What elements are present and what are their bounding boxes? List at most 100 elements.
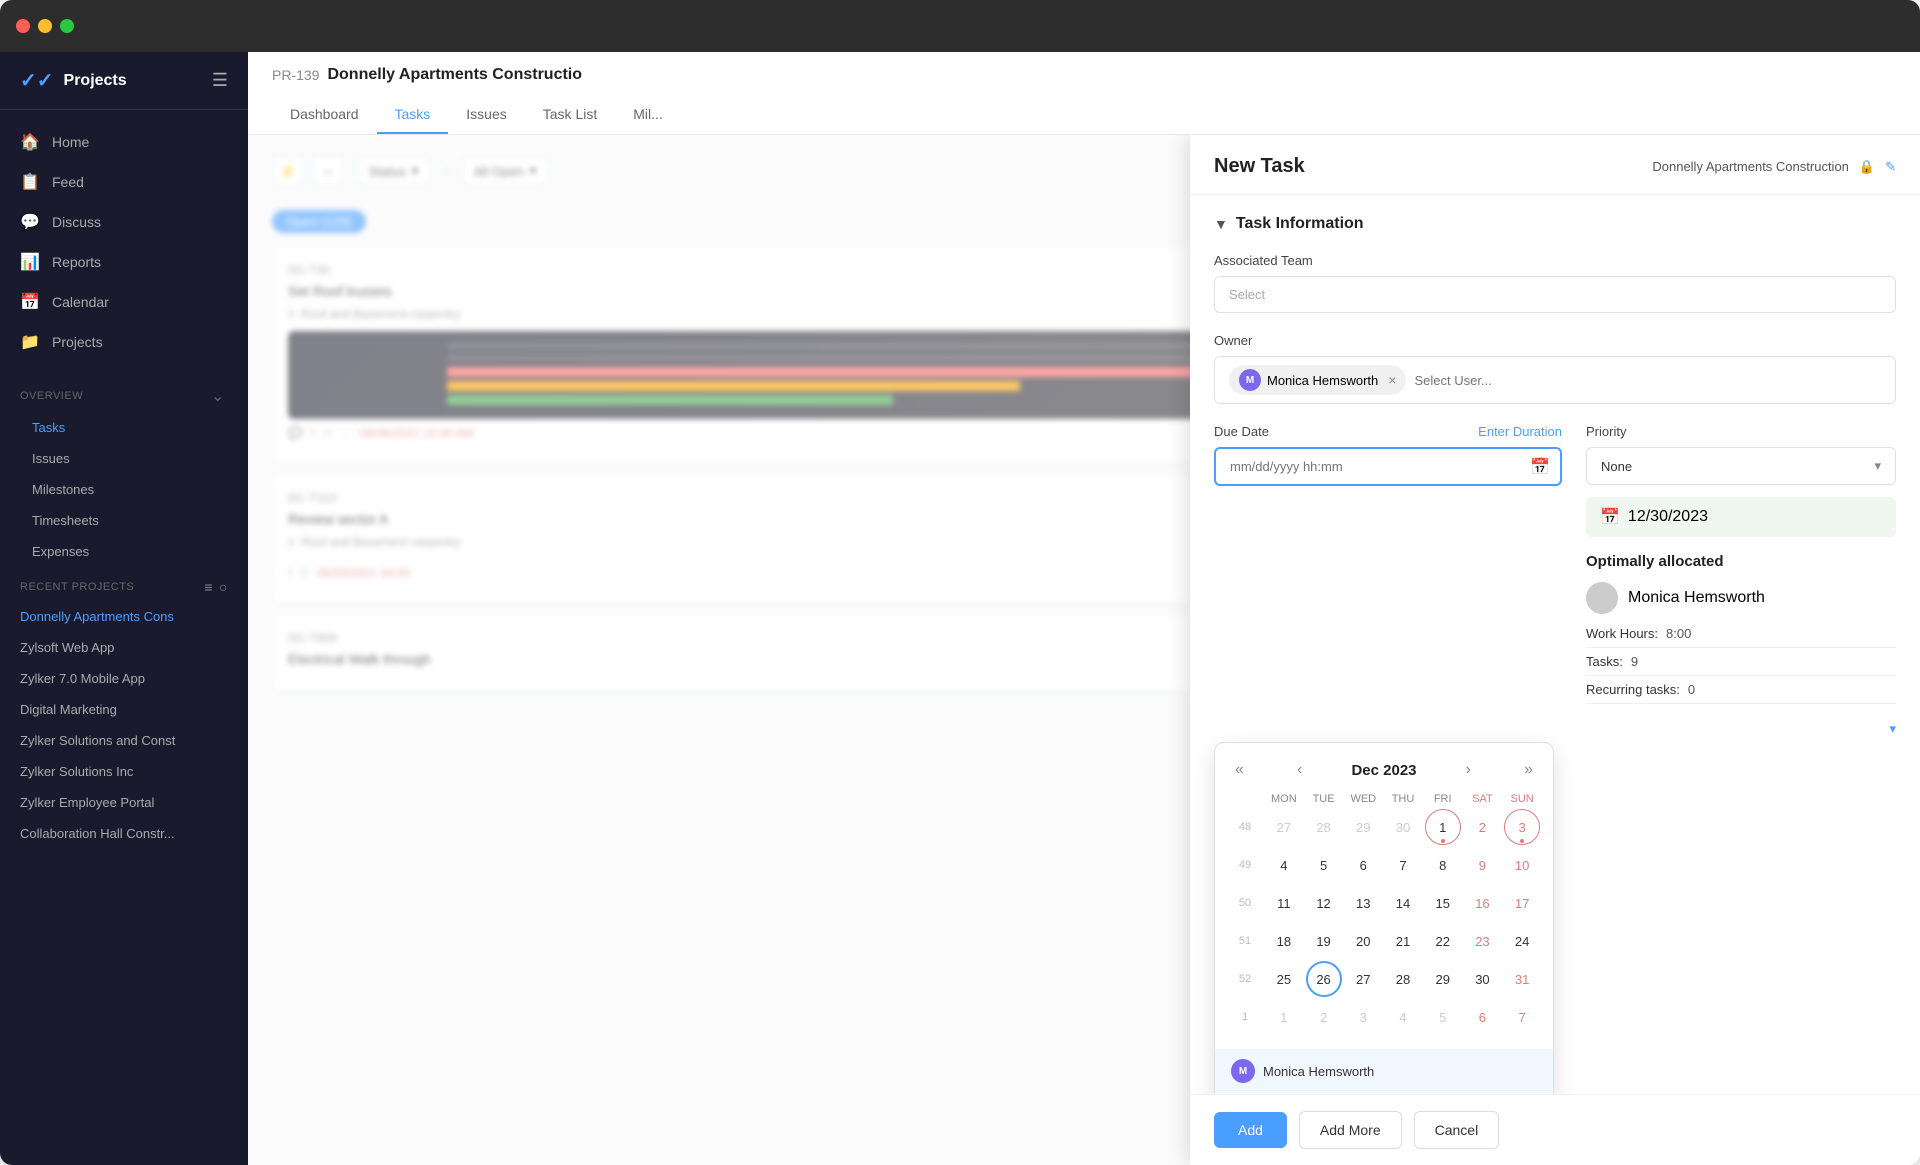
recent-projects-menu-icon[interactable]: ≡ bbox=[204, 579, 213, 595]
cal-day[interactable]: 27 bbox=[1266, 809, 1302, 845]
sidebar-menu-icon[interactable]: ☰ bbox=[212, 70, 228, 91]
calendar-grid: MON TUE WED THU FRI SAT SUN bbox=[1215, 793, 1553, 1049]
cal-day[interactable]: 7 bbox=[1385, 847, 1421, 883]
sidebar-project-zylker-inc[interactable]: Zylker Solutions Inc bbox=[0, 756, 248, 787]
cal-day[interactable]: 16 bbox=[1464, 885, 1500, 921]
enter-duration-link[interactable]: Enter Duration bbox=[1478, 424, 1562, 439]
cal-day[interactable]: 22 bbox=[1425, 923, 1461, 959]
tab-tasks[interactable]: Tasks bbox=[377, 96, 449, 134]
tab-task-list[interactable]: Task List bbox=[525, 96, 615, 134]
cal-day[interactable]: 6 bbox=[1345, 847, 1381, 883]
minimize-button[interactable] bbox=[38, 19, 52, 33]
cal-day[interactable]: 10 bbox=[1504, 847, 1540, 883]
sidebar-item-label: Feed bbox=[52, 174, 84, 190]
project-header: PR-139 Donnelly Apartments Constructio D… bbox=[248, 52, 1920, 135]
cal-day[interactable]: 2 bbox=[1306, 999, 1342, 1035]
calendar-picker-icon[interactable]: 📅 bbox=[1530, 457, 1550, 477]
tab-issues[interactable]: Issues bbox=[448, 96, 524, 134]
cal-day[interactable]: 27 bbox=[1345, 961, 1381, 997]
reports-icon: 📊 bbox=[20, 252, 40, 272]
tab-milestones[interactable]: Mil... bbox=[615, 96, 681, 134]
sidebar-sub-tasks[interactable]: Tasks bbox=[0, 412, 248, 443]
cal-day[interactable]: 2 bbox=[1464, 809, 1500, 845]
sidebar-item-calendar[interactable]: 📅 Calendar bbox=[0, 282, 248, 322]
priority-select[interactable]: None ▾ bbox=[1586, 447, 1896, 485]
cal-day[interactable]: 7 bbox=[1504, 999, 1540, 1035]
sidebar-sub-milestones[interactable]: Milestones bbox=[0, 474, 248, 505]
cal-day[interactable]: 5 bbox=[1425, 999, 1461, 1035]
cal-day[interactable]: 23 bbox=[1464, 923, 1500, 959]
tab-dashboard[interactable]: Dashboard bbox=[272, 96, 377, 134]
sidebar-item-discuss[interactable]: 💬 Discuss bbox=[0, 202, 248, 242]
cal-day[interactable]: 20 bbox=[1345, 923, 1381, 959]
cal-day[interactable]: 8 bbox=[1425, 847, 1461, 883]
close-button[interactable] bbox=[16, 19, 30, 33]
cal-day[interactable]: 19 bbox=[1306, 923, 1342, 959]
cal-next-next-btn[interactable]: » bbox=[1520, 757, 1537, 783]
cal-day[interactable]: 3 bbox=[1345, 999, 1381, 1035]
cal-day[interactable]: 13 bbox=[1345, 885, 1381, 921]
cancel-button[interactable]: Cancel bbox=[1414, 1111, 1500, 1149]
cal-week-51: 51 18 19 20 21 22 23 24 bbox=[1227, 923, 1541, 959]
sidebar-item-home[interactable]: 🏠 Home bbox=[0, 122, 248, 162]
sidebar-project-collaboration[interactable]: Collaboration Hall Constr... bbox=[0, 818, 248, 849]
toggle-arrow-icon[interactable]: ▼ bbox=[1214, 216, 1228, 232]
add-more-button[interactable]: Add More bbox=[1299, 1111, 1402, 1149]
cal-day[interactable]: 28 bbox=[1385, 961, 1421, 997]
cal-day[interactable]: 17 bbox=[1504, 885, 1540, 921]
cal-day[interactable]: 9 bbox=[1464, 847, 1500, 883]
sidebar-item-reports[interactable]: 📊 Reports bbox=[0, 242, 248, 282]
maximize-button[interactable] bbox=[60, 19, 74, 33]
week-num: 1 bbox=[1227, 1011, 1263, 1023]
owner-remove-btn[interactable]: × bbox=[1388, 372, 1396, 388]
overview-section-header: Overview ⌄ bbox=[0, 374, 248, 412]
cal-day[interactable]: 29 bbox=[1425, 961, 1461, 997]
cal-day[interactable]: 24 bbox=[1504, 923, 1540, 959]
expand-btn[interactable]: ▾ bbox=[1586, 720, 1896, 738]
cal-day[interactable]: 6 bbox=[1464, 999, 1500, 1035]
cal-day[interactable]: 29 bbox=[1345, 809, 1381, 845]
cal-next-btn[interactable]: › bbox=[1462, 757, 1475, 783]
associated-team-select[interactable]: Select bbox=[1214, 276, 1896, 313]
sidebar-sub-timesheets[interactable]: Timesheets bbox=[0, 505, 248, 536]
owner-field[interactable]: M Monica Hemsworth × bbox=[1214, 356, 1896, 404]
overview-chevron-icon[interactable]: ⌄ bbox=[208, 386, 228, 406]
sidebar-item-projects[interactable]: 📁 Projects bbox=[0, 322, 248, 362]
cal-day[interactable]: 4 bbox=[1266, 847, 1302, 883]
sidebar-project-zylsoft[interactable]: Zylsoft Web App bbox=[0, 632, 248, 663]
sidebar-project-donnelly[interactable]: Donnelly Apartments Cons bbox=[0, 601, 248, 632]
cal-day[interactable]: 30 bbox=[1464, 961, 1500, 997]
cal-day[interactable]: 30 bbox=[1385, 809, 1421, 845]
sidebar-item-feed[interactable]: 📋 Feed bbox=[0, 162, 248, 202]
recent-projects-search-icon[interactable]: ○ bbox=[219, 579, 228, 595]
optimally-section: Optimally allocated Monica Hemsworth bbox=[1586, 553, 1896, 704]
cal-day[interactable]: 18 bbox=[1266, 923, 1302, 959]
sidebar-logo: ✓✓ Projects bbox=[20, 68, 127, 93]
sidebar-item-label: Reports bbox=[52, 254, 101, 270]
cal-day[interactable]: 15 bbox=[1425, 885, 1461, 921]
due-date-input[interactable] bbox=[1214, 447, 1562, 486]
cal-day[interactable]: 4 bbox=[1385, 999, 1421, 1035]
cal-day[interactable]: 21 bbox=[1385, 923, 1421, 959]
sidebar-project-zylker70[interactable]: Zylker 7.0 Mobile App bbox=[0, 663, 248, 694]
sidebar-sub-issues[interactable]: Issues bbox=[0, 443, 248, 474]
cal-day[interactable]: 14 bbox=[1385, 885, 1421, 921]
cal-day[interactable]: 1 bbox=[1266, 999, 1302, 1035]
sidebar-project-zylker-solutions[interactable]: Zylker Solutions and Const bbox=[0, 725, 248, 756]
add-button[interactable]: Add bbox=[1214, 1112, 1287, 1148]
sidebar-sub-expenses[interactable]: Expenses bbox=[0, 536, 248, 567]
cal-day[interactable]: 12 bbox=[1306, 885, 1342, 921]
cal-day-selected[interactable]: 26 bbox=[1306, 961, 1342, 997]
cal-day[interactable]: 25 bbox=[1266, 961, 1302, 997]
owner-search-input[interactable] bbox=[1414, 373, 1881, 388]
edit-icon[interactable]: ✎ bbox=[1885, 159, 1896, 175]
cal-prev-prev-btn[interactable]: « bbox=[1231, 757, 1248, 783]
cal-prev-btn[interactable]: ‹ bbox=[1293, 757, 1306, 783]
sidebar-project-zylker-employee[interactable]: Zylker Employee Portal bbox=[0, 787, 248, 818]
task-area: ⚡ ⇔ Status ▾ › All Open ▾ Show Option ▾ bbox=[248, 135, 1920, 1165]
cal-day[interactable]: 28 bbox=[1306, 809, 1342, 845]
cal-day[interactable]: 31 bbox=[1504, 961, 1540, 997]
cal-day[interactable]: 5 bbox=[1306, 847, 1342, 883]
cal-day[interactable]: 11 bbox=[1266, 885, 1302, 921]
sidebar-project-digital[interactable]: Digital Marketing bbox=[0, 694, 248, 725]
